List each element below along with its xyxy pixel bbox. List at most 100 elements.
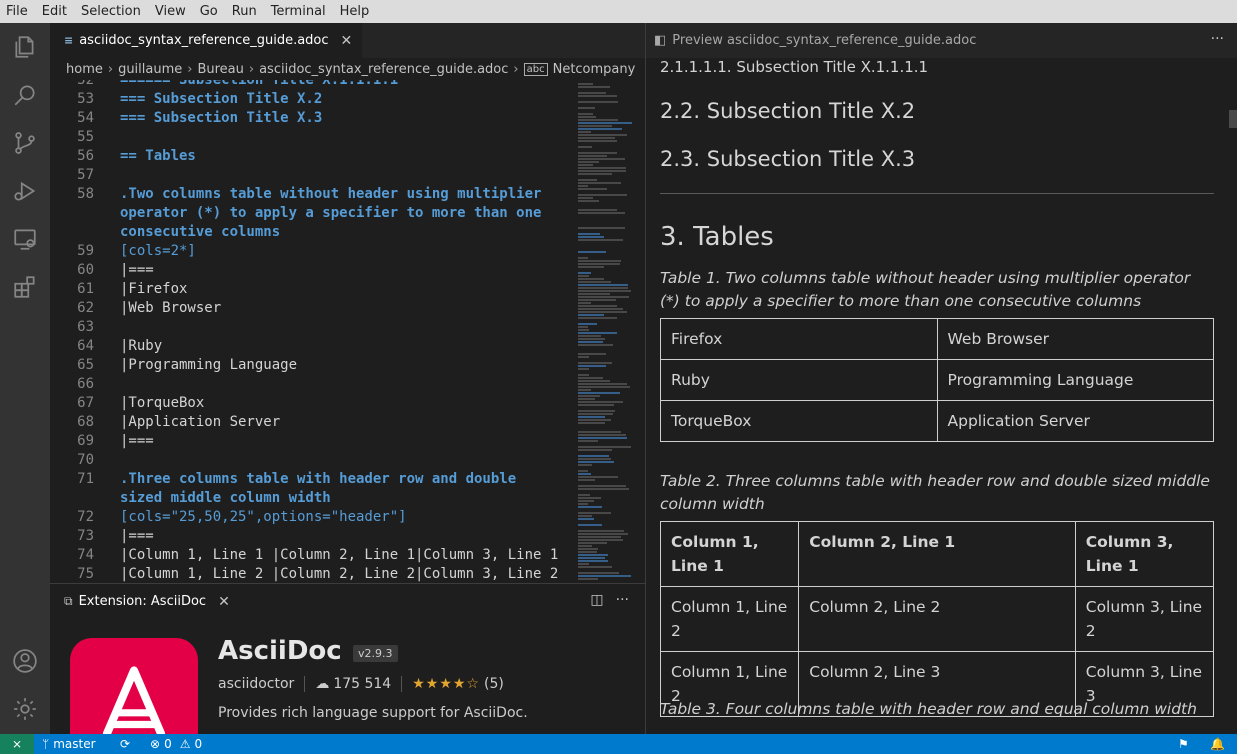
minimap-line: [578, 485, 626, 487]
error-icon: ⊗: [150, 737, 161, 751]
extension-installs: 175 514: [333, 676, 392, 692]
minimap-line: [578, 308, 623, 310]
settings-gear-icon[interactable]: [0, 685, 50, 733]
feedback-icon[interactable]: ⚑: [1178, 734, 1189, 754]
minimap-line: [578, 119, 618, 121]
minimap-line: [578, 548, 598, 550]
branch-status[interactable]: ᛘ master: [42, 734, 96, 754]
minimap-line: [578, 86, 610, 88]
code-line[interactable]: 53 === Subsection Title X.2: [50, 90, 575, 109]
breadcrumb-home[interactable]: home: [66, 62, 103, 77]
code-editor[interactable]: 52 ====== Subsection Title X.1.1.1.1 53 ===…: [50, 80, 575, 583]
minimap-line: [578, 227, 625, 229]
menu-edit[interactable]: Edit: [35, 0, 74, 23]
minimap-line: [578, 341, 603, 343]
sync-icon[interactable]: ⟳: [120, 734, 130, 754]
menu-file[interactable]: File: [0, 0, 35, 23]
line-text: |===: [120, 433, 154, 449]
code-line[interactable]: 73 |===: [50, 527, 575, 546]
preview-icon: ◧: [654, 33, 667, 48]
code-line[interactable]: 64 |Ruby: [50, 337, 575, 356]
line-text: === Subsection Title X.3: [120, 110, 323, 126]
search-icon[interactable]: [0, 71, 50, 119]
code-line[interactable]: 68 |Application Server: [50, 413, 575, 432]
preview-scrollbar[interactable]: [1229, 110, 1237, 128]
line-number: 70: [77, 452, 94, 468]
minimap-line: [578, 476, 618, 478]
problems-status[interactable]: ⊗ 0 ⚠ 0: [150, 734, 202, 754]
breadcrumb-guillaume[interactable]: guillaume: [118, 62, 182, 77]
source-control-icon[interactable]: [0, 119, 50, 167]
code-line[interactable]: 72 [cols="25,50,25",options="header"]: [50, 508, 575, 527]
line-number: 52: [77, 80, 94, 88]
code-line[interactable]: 65 |Programming Language: [50, 356, 575, 375]
code-line[interactable]: 69 |===: [50, 432, 575, 451]
explorer-icon[interactable]: [0, 23, 50, 71]
extension-tab[interactable]: ⧉ Extension: AsciiDoc ✕: [50, 584, 230, 619]
minimap-line: [578, 572, 619, 574]
code-line[interactable]: consecutive columns: [50, 223, 575, 242]
symbol-icon: abc: [523, 62, 548, 76]
menu-help[interactable]: Help: [333, 0, 377, 23]
code-line[interactable]: 59 [cols=2*]: [50, 242, 575, 261]
close-icon[interactable]: ✕: [341, 33, 353, 49]
code-line[interactable]: operator (*) to apply a specifier to mor…: [50, 204, 575, 223]
line-text: sized middle column width: [120, 490, 331, 506]
minimap-line: [578, 560, 608, 562]
code-line[interactable]: 61 |Firefox: [50, 280, 575, 299]
code-line[interactable]: sized middle column width: [50, 489, 575, 508]
code-line[interactable]: 67 |TorqueBox: [50, 394, 575, 413]
line-text: |Firefox: [120, 281, 188, 297]
extension-publisher[interactable]: asciidoctor: [218, 676, 294, 692]
line-text: |Programming Language: [120, 357, 298, 373]
minimap-line: [578, 374, 589, 376]
editor-tab-asciidoc[interactable]: ≡ asciidoc_syntax_reference_guide.adoc ✕: [50, 23, 363, 58]
code-line[interactable]: 58 .Two columns table without header usin…: [50, 185, 575, 204]
minimap[interactable]: [575, 80, 645, 583]
code-line[interactable]: 60 |===: [50, 261, 575, 280]
notifications-bell-icon[interactable]: 🔔: [1210, 734, 1225, 754]
minimap-line: [578, 398, 595, 400]
code-line[interactable]: 74 |Column 1, Line 1 |Column 2, Line 1|Co…: [50, 546, 575, 565]
branch-name: master: [53, 737, 96, 751]
code-line[interactable]: 55: [50, 128, 575, 147]
code-line[interactable]: 66: [50, 375, 575, 394]
close-icon[interactable]: ✕: [218, 594, 230, 610]
rating-stars[interactable]: ★★★★☆: [412, 676, 480, 692]
menu-go[interactable]: Go: [193, 0, 225, 23]
heading-3-x3: 2.3. Subsection Title X.3: [660, 147, 916, 171]
extensions-icon[interactable]: [0, 263, 50, 311]
more-actions-icon[interactable]: ···: [1211, 31, 1224, 47]
menu-selection[interactable]: Selection: [74, 0, 148, 23]
breadcrumb-file[interactable]: asciidoc_syntax_reference_guide.adoc: [259, 62, 508, 77]
git-branch-icon: ᛘ: [42, 737, 50, 751]
account-icon[interactable]: [0, 637, 50, 685]
line-text: |===: [120, 528, 154, 544]
minimap-line: [578, 437, 627, 439]
remote-explorer-icon[interactable]: [0, 215, 50, 263]
menu-view[interactable]: View: [148, 0, 193, 23]
menu-terminal[interactable]: Terminal: [264, 0, 333, 23]
breadcrumb-symbol[interactable]: Netcompany: [553, 62, 636, 77]
code-line[interactable]: 70: [50, 451, 575, 470]
code-line[interactable]: 75 |Column 1, Line 2 |Column 2, Line 2|Co…: [50, 565, 575, 583]
minimap-line: [578, 494, 590, 496]
minimap-line: [578, 128, 622, 130]
line-text: |Application Server: [120, 414, 281, 430]
remote-indicator-icon[interactable]: ⨯: [0, 734, 34, 754]
minimap-line: [578, 257, 588, 259]
menu-run[interactable]: Run: [225, 0, 264, 23]
more-actions-icon[interactable]: ···: [616, 592, 629, 608]
minimap-line: [578, 353, 606, 355]
breadcrumb-bureau[interactable]: Bureau: [197, 62, 243, 77]
code-line[interactable]: 52 ====== Subsection Title X.1.1.1.1: [50, 80, 575, 90]
preview-tab[interactable]: ◧ Preview asciidoc_syntax_reference_guid…: [654, 23, 976, 58]
code-line[interactable]: 54 === Subsection Title X.3: [50, 109, 575, 128]
code-line[interactable]: 56 == Tables: [50, 147, 575, 166]
split-editor-icon[interactable]: ◫: [590, 592, 603, 608]
code-line[interactable]: 62 |Web Browser: [50, 299, 575, 318]
code-line[interactable]: 57: [50, 166, 575, 185]
run-debug-icon[interactable]: [0, 167, 50, 215]
code-line[interactable]: 63: [50, 318, 575, 337]
code-line[interactable]: 71 .Three columns table with header row a…: [50, 470, 575, 489]
